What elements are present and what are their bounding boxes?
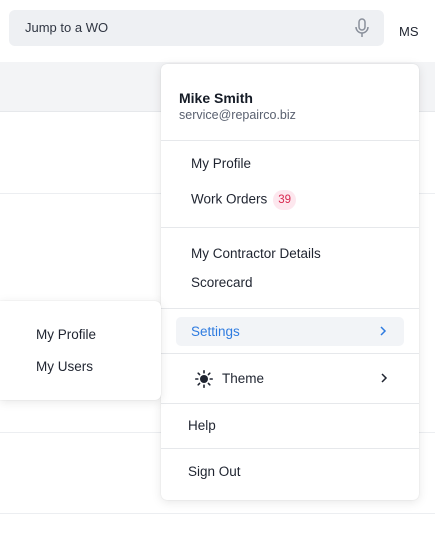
search-bar[interactable]: Jump to a WO bbox=[9, 10, 384, 46]
menu-item-theme[interactable]: Theme bbox=[222, 371, 264, 386]
chevron-right-icon[interactable] bbox=[379, 373, 389, 383]
menu-item-sign-out[interactable]: Sign Out bbox=[188, 464, 241, 479]
chevron-right-icon bbox=[380, 326, 387, 336]
menu-divider bbox=[161, 403, 419, 404]
sun-icon bbox=[195, 370, 213, 388]
search-placeholder: Jump to a WO bbox=[25, 20, 109, 35]
menu-item-scorecard[interactable]: Scorecard bbox=[191, 275, 253, 290]
user-menu-dropdown: Mike Smith service@repairco.biz My Profi… bbox=[161, 64, 419, 500]
menu-item-my-profile[interactable]: My Profile bbox=[191, 156, 251, 171]
menu-item-settings[interactable]: Settings bbox=[176, 317, 404, 346]
menu-item-help[interactable]: Help bbox=[188, 418, 216, 433]
menu-divider bbox=[161, 353, 419, 354]
user-name: Mike Smith bbox=[179, 90, 253, 106]
menu-item-work-orders[interactable]: Work Orders 39 bbox=[191, 190, 297, 210]
menu-divider bbox=[161, 140, 419, 141]
microphone-icon[interactable] bbox=[354, 18, 370, 38]
user-email: service@repairco.biz bbox=[179, 108, 296, 122]
row-divider bbox=[0, 513, 435, 514]
menu-item-contractor-details[interactable]: My Contractor Details bbox=[191, 246, 321, 261]
menu-divider bbox=[161, 308, 419, 309]
user-avatar[interactable]: MS bbox=[399, 24, 419, 39]
submenu-item-my-users[interactable]: My Users bbox=[36, 359, 93, 374]
submenu-item-my-profile[interactable]: My Profile bbox=[36, 327, 96, 342]
menu-item-settings-label: Settings bbox=[191, 324, 240, 339]
menu-divider bbox=[161, 448, 419, 449]
work-orders-count-badge: 39 bbox=[273, 190, 297, 210]
menu-divider bbox=[161, 227, 419, 228]
settings-submenu: My Profile My Users bbox=[0, 301, 161, 400]
menu-item-work-orders-label: Work Orders bbox=[191, 191, 268, 207]
top-bar: Jump to a WO MS bbox=[0, 0, 435, 62]
